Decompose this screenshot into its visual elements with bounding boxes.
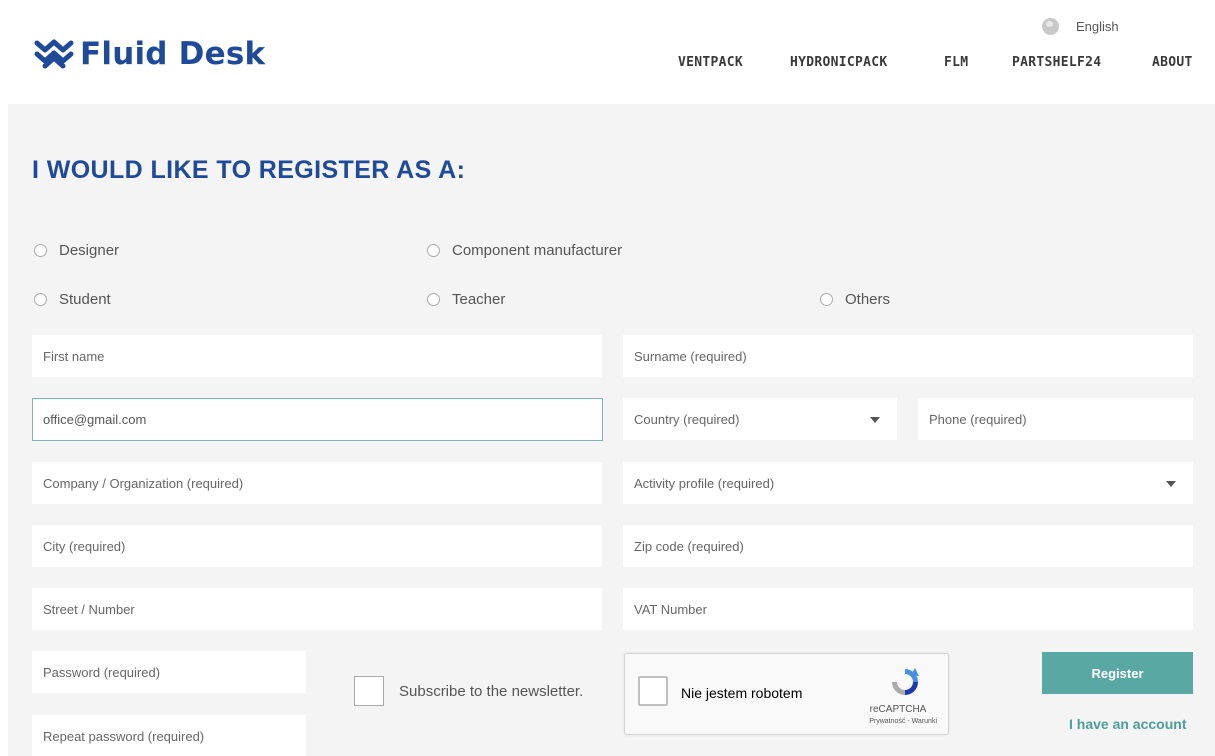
newsletter-label: Subscribe to the newsletter. (399, 682, 584, 700)
city-placeholder: City (required) (43, 538, 126, 554)
company-placeholder: Company / Organization (required) (43, 475, 244, 491)
city-input[interactable]: City (required) (32, 525, 602, 567)
recaptcha-brand: reCAPTCHA (869, 704, 927, 715)
activity-profile-select[interactable]: Activity profile (required) (623, 462, 1193, 504)
radio-circle[interactable] (34, 244, 47, 257)
nav-item-flm[interactable]: FLM (944, 55, 968, 70)
radio-circle[interactable] (427, 293, 440, 306)
role-radio-student[interactable]: Student (34, 291, 111, 308)
recaptcha-privacy-links[interactable]: Prywatność - Warunki (837, 718, 937, 725)
zip-code-input[interactable]: Zip code (required) (623, 525, 1193, 567)
phone-input[interactable]: Phone (required) (918, 398, 1193, 440)
role-radio-designer[interactable]: Designer (34, 242, 119, 259)
page-title: I WOULD LIKE TO REGISTER AS A: (32, 156, 466, 184)
street-input[interactable]: Street / Number (32, 588, 602, 630)
language-selector[interactable]: English (1042, 18, 1119, 35)
nav-item-hydronicpack[interactable]: HYDRONICPACK (790, 55, 888, 70)
street-placeholder: Street / Number (43, 601, 135, 617)
recaptcha-logo-icon (892, 668, 919, 695)
registration-panel: I WOULD LIKE TO REGISTER AS A: Designer … (8, 104, 1215, 756)
surname-placeholder: Surname (required) (634, 348, 747, 364)
role-radio-teacher[interactable]: Teacher (427, 291, 505, 308)
zip-code-placeholder: Zip code (required) (634, 538, 744, 554)
recaptcha-checkbox[interactable] (638, 676, 668, 706)
password-placeholder: Password (required) (43, 664, 161, 680)
country-select[interactable]: Country (required) (623, 398, 897, 440)
role-radio-others[interactable]: Others (820, 291, 890, 308)
password-input[interactable]: Password (required) (32, 651, 306, 693)
nav-item-about[interactable]: ABOUT (1152, 55, 1193, 70)
role-label: Component manufacturer (452, 242, 623, 259)
activity-profile-placeholder: Activity profile (required) (634, 475, 775, 491)
repeat-password-placeholder: Repeat password (required) (43, 728, 205, 744)
email-value: office@gmail.com (43, 412, 147, 427)
newsletter-checkbox[interactable]: Subscribe to the newsletter. (354, 676, 583, 706)
role-label: Student (59, 291, 111, 308)
main-nav: VENTPACK HYDRONICPACK FLM PARTSHELF24 AB… (0, 55, 1215, 73)
checkbox-box[interactable] (354, 676, 384, 706)
radio-circle[interactable] (34, 293, 47, 306)
site-header: Fluid Desk English VENTPACK HYDRONICPACK… (0, 0, 1215, 104)
repeat-password-input[interactable]: Repeat password (required) (32, 715, 306, 756)
radio-circle[interactable] (427, 244, 440, 257)
language-label: English (1076, 19, 1119, 34)
country-placeholder: Country (required) (634, 411, 740, 427)
company-input[interactable]: Company / Organization (required) (32, 462, 602, 504)
nav-item-partshelf24[interactable]: PARTSHELF24 (1012, 55, 1101, 70)
have-account-link[interactable]: I have an account (1069, 716, 1186, 732)
first-name-placeholder: First name (43, 348, 105, 364)
first-name-input[interactable]: First name (32, 335, 602, 377)
radio-circle[interactable] (820, 293, 833, 306)
recaptcha-widget: Nie jestem robotem reCAPTCHA Prywatność … (624, 653, 949, 735)
role-label: Others (845, 291, 891, 308)
chevron-down-icon (870, 417, 880, 423)
vat-number-input[interactable]: VAT Number (623, 588, 1193, 630)
role-label: Designer (59, 242, 120, 259)
role-label: Teacher (452, 291, 506, 308)
role-radio-component-manufacturer[interactable]: Component manufacturer (427, 242, 622, 259)
nav-item-ventpack[interactable]: VENTPACK (678, 55, 743, 70)
surname-input[interactable]: Surname (required) (623, 335, 1193, 377)
register-button[interactable]: Register (1042, 652, 1193, 694)
phone-placeholder: Phone (required) (929, 411, 1027, 427)
vat-placeholder: VAT Number (634, 601, 707, 617)
recaptcha-label: Nie jestem robotem (681, 685, 803, 701)
email-input[interactable]: office@gmail.com (32, 398, 603, 441)
chevron-down-icon (1166, 481, 1176, 487)
globe-icon (1042, 18, 1059, 35)
